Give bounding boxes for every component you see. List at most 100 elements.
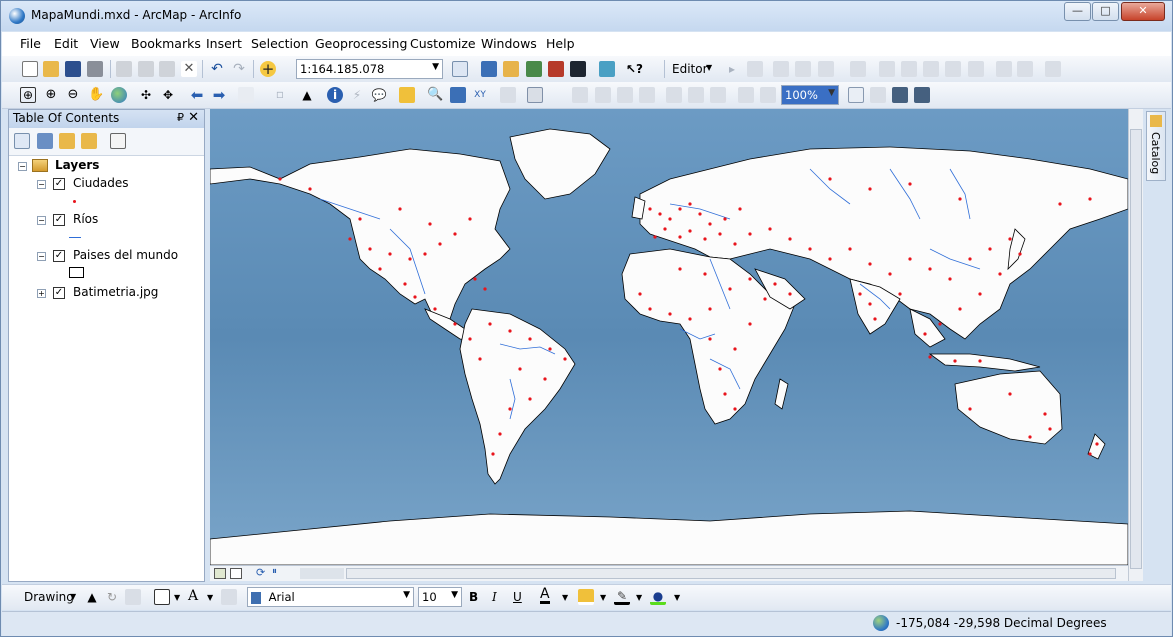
pause-drawing-icon[interactable]: ⏸ — [272, 566, 277, 577]
toc-close-button[interactable]: ✕ — [188, 110, 199, 125]
maximize-button[interactable]: □ — [1092, 2, 1119, 21]
catalog-tab[interactable]: Catalog — [1146, 111, 1166, 181]
find-icon[interactable]: 🔍 — [427, 87, 443, 103]
zoom-in-icon[interactable]: ⊕ — [20, 87, 36, 103]
fill-color-icon[interactable] — [578, 589, 594, 605]
rotate-icon[interactable] — [945, 61, 961, 77]
layout-view-icon[interactable] — [230, 568, 242, 579]
menu-file[interactable]: File — [20, 36, 41, 51]
reshape-icon[interactable] — [879, 61, 895, 77]
find-route-icon[interactable] — [450, 87, 466, 103]
fixed-layout-zoom-out-icon[interactable] — [688, 87, 704, 103]
layer-ciudades[interactable]: Ciudades — [73, 176, 129, 190]
batimetria-expand-icon[interactable]: + — [37, 289, 46, 298]
horizontal-scrollbar-thumb[interactable] — [346, 568, 1116, 579]
undo-icon[interactable]: ↶ — [209, 61, 225, 77]
fixed-zoom-out-icon[interactable]: ✥ — [160, 87, 176, 103]
focus-data-frame-icon[interactable] — [870, 87, 886, 103]
menu-selection[interactable]: Selection — [251, 36, 309, 51]
arctoolbox-icon[interactable] — [548, 61, 564, 77]
save-icon[interactable] — [65, 61, 81, 77]
edit-vertices-draw-icon[interactable] — [221, 589, 237, 605]
copy-icon[interactable] — [138, 61, 154, 77]
edit-tool-icon[interactable]: ▸ — [724, 61, 740, 77]
cut-icon[interactable] — [116, 61, 132, 77]
attributes-icon[interactable] — [968, 61, 984, 77]
layout-back-icon[interactable] — [738, 87, 754, 103]
bold-button[interactable]: B — [469, 590, 478, 604]
editor-chevron-icon[interactable]: ▼ — [706, 63, 712, 72]
layer-paises-del-mundo[interactable]: Paises del mundo — [73, 248, 178, 262]
close-button[interactable]: ✕ — [1121, 2, 1165, 21]
layer-batimetria[interactable]: Batimetria.jpg — [73, 285, 158, 299]
text-chevron-icon[interactable]: ▼ — [207, 593, 213, 602]
list-by-selection-icon[interactable] — [81, 133, 97, 149]
edit-annotation-icon[interactable] — [747, 61, 763, 77]
layers-collapse-icon[interactable]: − — [18, 162, 27, 171]
go-to-xy-icon[interactable]: XY — [472, 87, 488, 103]
new-document-icon[interactable] — [22, 61, 38, 77]
sketch-properties-icon[interactable] — [996, 61, 1012, 77]
batimetria-visibility-checkbox[interactable]: ✓ — [53, 287, 65, 299]
zoom-whole-page-icon[interactable] — [639, 87, 655, 103]
rectangle-chevron-icon[interactable]: ▼ — [174, 593, 180, 602]
editing-options-icon[interactable] — [1045, 61, 1061, 77]
vertical-scrollbar-thumb[interactable] — [1130, 129, 1142, 569]
map-display[interactable] — [210, 109, 1128, 565]
drawing-menu[interactable]: Drawing — [24, 590, 74, 604]
measure-icon[interactable] — [399, 87, 415, 103]
underline-button[interactable]: U — [513, 590, 522, 604]
data-view-icon[interactable] — [214, 568, 226, 579]
refresh-icon[interactable]: ⟳ — [256, 566, 265, 579]
menu-help[interactable]: Help — [546, 36, 575, 51]
delete-icon[interactable]: ✕ — [181, 61, 197, 77]
straight-segment-icon[interactable] — [773, 61, 789, 77]
list-by-visibility-icon[interactable] — [59, 133, 75, 149]
menu-geoprocessing[interactable]: Geoprocessing — [315, 36, 407, 51]
world-map[interactable] — [210, 109, 1128, 565]
scroll-left-area[interactable] — [300, 568, 344, 579]
data-driven-pages-icon[interactable] — [914, 87, 930, 103]
rectangle-icon[interactable] — [154, 589, 170, 605]
list-by-source-icon[interactable] — [37, 133, 53, 149]
layout-zoom-in-icon[interactable] — [572, 87, 588, 103]
rios-collapse-icon[interactable]: − — [37, 216, 46, 225]
menu-edit[interactable]: Edit — [54, 36, 78, 51]
marker-color-chevron-icon[interactable]: ▼ — [674, 593, 680, 602]
zoom-out-icon[interactable]: ⊖ — [65, 87, 81, 103]
cut-polygons-icon[interactable] — [901, 61, 917, 77]
change-layout-icon[interactable] — [892, 87, 908, 103]
font-color-button[interactable]: A — [540, 587, 550, 604]
layer-rios[interactable]: Ríos — [73, 212, 98, 226]
layout-pan-icon[interactable] — [617, 87, 633, 103]
zoom-to-selected-icon[interactable] — [125, 589, 141, 605]
forward-arrow-icon[interactable]: ➡ — [211, 87, 227, 103]
menu-customize[interactable]: Customize — [410, 36, 476, 51]
select-elements-arrow-icon[interactable]: ▲ — [84, 589, 100, 605]
vertical-scrollbar[interactable] — [1128, 109, 1143, 581]
toggle-draft-mode-icon[interactable] — [848, 87, 864, 103]
fixed-zoom-in-icon[interactable]: ✣ — [138, 87, 154, 103]
create-features-icon[interactable] — [1017, 61, 1033, 77]
layout-forward-icon[interactable] — [760, 87, 776, 103]
split-icon[interactable] — [923, 61, 939, 77]
identify-icon[interactable]: i — [327, 87, 343, 103]
create-viewer-icon[interactable] — [527, 87, 543, 103]
zoom-100-icon[interactable] — [710, 87, 726, 103]
font-size-combo[interactable]: 10 ▼ — [418, 587, 462, 607]
toc-options-icon[interactable] — [110, 133, 126, 149]
layout-zoom-combo[interactable]: 100% ▼ — [781, 85, 839, 105]
rios-visibility-checkbox[interactable]: ✓ — [53, 214, 65, 226]
arcmap-app-icon[interactable] — [9, 8, 25, 24]
back-arrow-icon[interactable]: ⬅ — [189, 87, 205, 103]
catalog-window-icon[interactable] — [503, 61, 519, 77]
line-color-icon[interactable]: ✎ — [614, 589, 630, 605]
list-by-drawing-order-icon[interactable] — [14, 133, 30, 149]
paises-visibility-checkbox[interactable]: ✓ — [53, 250, 65, 262]
drawing-chevron-icon[interactable]: ▼ — [70, 592, 76, 601]
editor-menu[interactable]: Editor — [672, 62, 708, 76]
paste-icon[interactable] — [159, 61, 175, 77]
end-point-arc-icon[interactable] — [795, 61, 811, 77]
font-combo[interactable]: Arial ▼ — [247, 587, 414, 607]
time-slider-icon[interactable] — [500, 87, 516, 103]
